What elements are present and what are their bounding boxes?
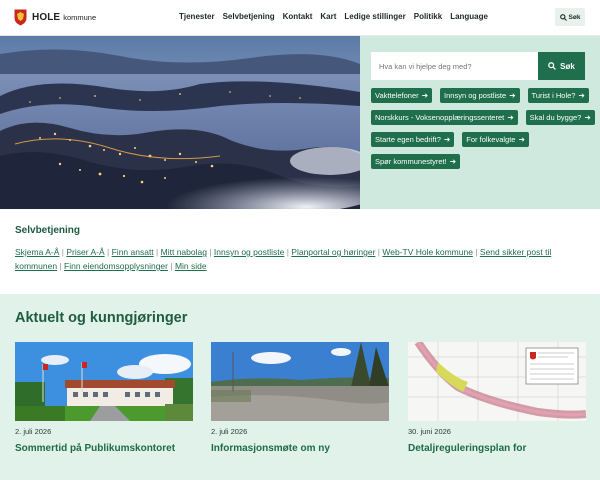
separator: | xyxy=(170,261,173,271)
quick-link-label: Starte egen bedrift? xyxy=(375,135,441,144)
arrow-right-icon: ➔ xyxy=(584,113,591,122)
news-card[interactable]: 2. juli 2026 Informasjonsmøte om ny xyxy=(211,342,389,454)
quick-link-bedrift[interactable]: Starte egen bedrift? ➔ xyxy=(371,132,455,147)
link-mitt-nabolag[interactable]: Mitt nabolag xyxy=(161,247,207,257)
news-title: Aktuelt og kunngjøringer xyxy=(15,310,188,326)
arrow-right-icon: ➔ xyxy=(449,157,457,166)
hero-search-input[interactable] xyxy=(371,52,538,80)
separator: | xyxy=(286,247,289,257)
quick-link-turist[interactable]: Turist i Hole? ➔ xyxy=(527,88,589,103)
quick-link-spor-kommunestyret[interactable]: Spør kommunestyret! ➔ xyxy=(371,154,461,169)
nav-ledige-stillinger[interactable]: Ledige stillinger xyxy=(344,12,405,21)
site-header: HOLE kommune Tjenester Selvbetjening Kon… xyxy=(0,0,600,36)
selvbetjening-title: Selvbetjening xyxy=(15,225,81,236)
arrow-right-icon: ➔ xyxy=(509,91,516,100)
quick-link-folkevalgte[interactable]: For folkevalgte ➔ xyxy=(462,132,529,147)
arrow-right-icon: ➔ xyxy=(578,91,585,100)
arrow-right-icon: ➔ xyxy=(421,91,429,100)
link-web-tv[interactable]: Web-TV Hole kommune xyxy=(382,247,473,257)
news-card[interactable]: 2. juli 2026 Sommertid på Publikumskonto… xyxy=(15,342,193,454)
hero-image xyxy=(0,36,360,209)
quick-link-label: For folkevalgte xyxy=(466,135,516,144)
news-date: 2. juli 2026 xyxy=(211,427,248,436)
main-nav: Tjenester Selvbetjening Kontakt Kart Led… xyxy=(179,12,488,21)
nav-selvbetjening[interactable]: Selvbetjening xyxy=(223,12,275,21)
header-search-label: Søk xyxy=(568,13,581,21)
quick-link-label: Skal du bygge? xyxy=(529,113,582,122)
news-title-link[interactable]: Informasjonsmøte om ny xyxy=(211,443,389,454)
news-title-link[interactable]: Sommertid på Publikumskontoret xyxy=(15,443,193,454)
logo-sub: kommune xyxy=(63,13,97,22)
quick-link-vakttelefoner[interactable]: Vakttelefoner ➔ xyxy=(371,88,433,103)
news-date: 30. juni 2026 xyxy=(408,427,451,436)
news-image-plan-map xyxy=(408,342,586,421)
separator: | xyxy=(475,247,478,257)
hero-search-button[interactable]: Søk xyxy=(538,52,585,80)
quick-link-label: Spør kommunestyret! xyxy=(375,157,447,166)
news-section: Aktuelt og kunngjøringer 2. juli 2026 So… xyxy=(0,294,600,480)
separator: | xyxy=(61,247,64,257)
header-search-button[interactable]: Søk xyxy=(555,8,585,26)
link-min-side[interactable]: Min side xyxy=(175,261,207,271)
separator: | xyxy=(156,247,159,257)
search-icon xyxy=(548,62,557,70)
news-image-site xyxy=(211,342,389,421)
link-eiendomsopplysninger[interactable]: Finn eiendomsopplysninger xyxy=(64,261,168,271)
nav-kart[interactable]: Kart xyxy=(320,12,336,21)
arrow-right-icon: ➔ xyxy=(443,135,451,144)
news-card[interactable]: 30. juni 2026 Detaljreguleringsplan for xyxy=(408,342,586,454)
separator: | xyxy=(59,261,62,271)
link-priser[interactable]: Priser A-Å xyxy=(66,247,104,257)
coat-of-arms-icon xyxy=(14,9,27,26)
news-image-town-hall xyxy=(15,342,193,421)
link-skjema[interactable]: Skjema A-Å xyxy=(15,247,59,257)
hero-search-label: Søk xyxy=(560,61,575,71)
news-title-link[interactable]: Detaljreguleringsplan for xyxy=(408,443,586,454)
quick-link-label: Turist i Hole? xyxy=(531,91,576,100)
nav-tjenester[interactable]: Tjenester xyxy=(179,12,215,21)
link-finn-ansatt[interactable]: Finn ansatt xyxy=(112,247,154,257)
quick-link-norskkurs[interactable]: Norskkurs - Voksenopplæringssenteret ➔ xyxy=(371,110,518,125)
separator: | xyxy=(107,247,110,257)
quick-link-innsyn[interactable]: Innsyn og postliste ➔ xyxy=(440,88,520,103)
logo[interactable]: HOLE kommune xyxy=(14,9,96,26)
link-planportal[interactable]: Planportal og høringer xyxy=(291,247,375,257)
separator: | xyxy=(209,247,212,257)
arrow-right-icon: ➔ xyxy=(507,113,514,122)
nav-politikk[interactable]: Politikk xyxy=(414,12,442,21)
nav-kontakt[interactable]: Kontakt xyxy=(283,12,313,21)
selvbetjening-section: Selvbetjening Skjema A-Å | Priser A-Å | … xyxy=(0,209,600,294)
nav-language[interactable]: Language xyxy=(450,12,488,21)
link-innsyn[interactable]: Innsyn og postliste xyxy=(214,247,284,257)
quick-link-label: Norskkurs - Voksenopplæringssenteret xyxy=(375,113,505,122)
separator: | xyxy=(377,247,380,257)
selvbetjening-links: Skjema A-Å | Priser A-Å | Finn ansatt | … xyxy=(15,245,587,273)
search-icon xyxy=(559,13,567,21)
quick-link-label: Innsyn og postliste xyxy=(444,91,507,100)
quick-link-bygge[interactable]: Skal du bygge? ➔ xyxy=(525,110,595,125)
quick-link-label: Vakttelefoner xyxy=(375,91,419,100)
hero-section: Søk Vakttelefoner ➔ Innsyn og postliste … xyxy=(0,36,600,209)
arrow-right-icon: ➔ xyxy=(518,135,525,144)
news-date: 2. juli 2026 xyxy=(15,427,52,436)
quick-links: Vakttelefoner ➔ Innsyn og postliste ➔ Tu… xyxy=(371,88,596,169)
logo-name: HOLE xyxy=(32,12,61,23)
